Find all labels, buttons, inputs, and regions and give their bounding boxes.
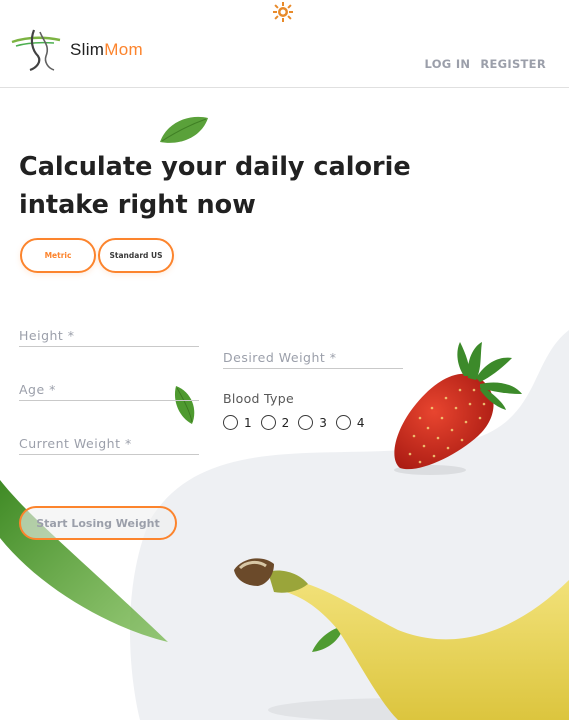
blood-type-option[interactable]: 2: [260, 415, 294, 430]
strawberry-icon: [394, 342, 522, 475]
age-field: [19, 379, 199, 401]
leaf-icon: [0, 480, 168, 642]
blood-type-option[interactable]: 4: [335, 415, 369, 430]
blood-type-value: 2: [281, 415, 290, 430]
radio-button[interactable]: [335, 415, 351, 430]
logo-slim: Slim: [70, 40, 105, 59]
logo-icon: [11, 29, 61, 72]
leaf-icon: [312, 626, 344, 652]
logo-text: SlimMom: [70, 40, 143, 60]
radio-button[interactable]: [260, 415, 276, 430]
banana-icon: [234, 558, 569, 720]
sun-icon[interactable]: [273, 2, 293, 22]
current-weight-field: [19, 433, 199, 455]
register-link[interactable]: REGISTER: [480, 57, 546, 71]
blood-type-option[interactable]: 3: [298, 415, 331, 430]
radio-button[interactable]: [298, 415, 314, 430]
auth-nav: LOG IN REGISTER: [424, 57, 546, 71]
height-input[interactable]: [19, 325, 199, 346]
logo[interactable]: SlimMom: [10, 26, 143, 72]
age-input[interactable]: [19, 379, 199, 400]
desired-weight-input[interactable]: [223, 347, 403, 368]
radio-button[interactable]: [223, 415, 238, 430]
blood-type-value: 4: [356, 415, 365, 430]
page-title: Calculate your daily calorie intake righ…: [19, 152, 411, 220]
login-link[interactable]: LOG IN: [424, 57, 470, 71]
start-losing-weight-button[interactable]: Start Losing Weight: [19, 506, 177, 540]
standard-us-button[interactable]: Standard US: [98, 238, 174, 273]
header: SlimMom LOG IN REGISTER: [0, 0, 569, 88]
height-field: [19, 325, 199, 347]
blood-type-options: 1 2 3 4: [223, 415, 369, 430]
leaf-icon: [160, 116, 208, 143]
blood-type-option[interactable]: 1: [223, 415, 256, 430]
metric-button[interactable]: Metric: [20, 238, 96, 273]
blood-type-value: 3: [319, 415, 327, 430]
desired-weight-field: [223, 347, 403, 369]
blood-type-value: 1: [244, 415, 252, 430]
logo-mom: Mom: [104, 40, 143, 59]
blood-type-label: Blood Type: [223, 391, 294, 406]
current-weight-input[interactable]: [19, 433, 199, 454]
